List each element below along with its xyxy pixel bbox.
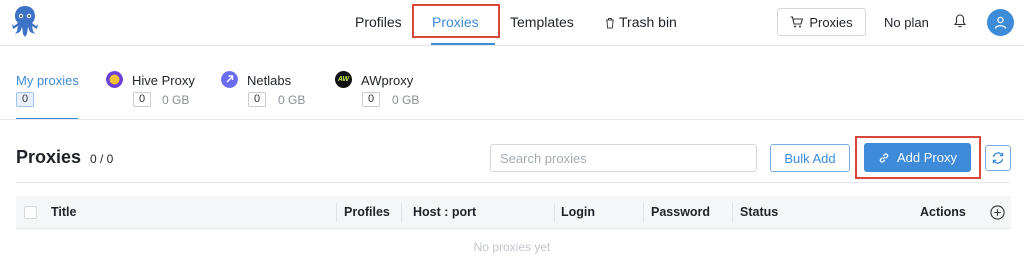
link-icon xyxy=(879,152,889,163)
awproxy-count: 0 xyxy=(362,92,380,107)
nav-templates[interactable]: Templates xyxy=(510,14,574,30)
search-proxies-input[interactable] xyxy=(490,144,757,172)
highlight-box-proxies-tab xyxy=(412,4,500,38)
netlabs-traffic: 0 GB xyxy=(278,93,306,107)
my-proxies-count: 0 xyxy=(16,92,34,107)
awproxy-traffic: 0 GB xyxy=(392,93,420,107)
buy-proxies-label: Proxies xyxy=(809,14,853,30)
add-column-icon[interactable] xyxy=(990,205,1005,220)
header-divider xyxy=(0,45,1024,46)
tab-netlabs[interactable]: Netlabs xyxy=(247,73,291,88)
col-actions: Actions xyxy=(920,205,966,219)
select-all-checkbox[interactable] xyxy=(24,206,37,219)
col-login[interactable]: Login xyxy=(561,205,595,219)
col-status[interactable]: Status xyxy=(740,205,778,219)
netlabs-icon xyxy=(221,71,238,88)
empty-state-message: No proxies yet xyxy=(473,240,551,254)
buy-proxies-button[interactable]: Proxies xyxy=(777,8,866,36)
proxies-count: 0 / 0 xyxy=(90,152,114,166)
tab-awproxy[interactable]: AWproxy xyxy=(361,73,413,88)
hive-proxy-icon xyxy=(106,71,123,88)
col-password[interactable]: Password xyxy=(651,205,710,219)
col-profiles[interactable]: Profiles xyxy=(344,205,390,219)
hive-proxy-traffic: 0 GB xyxy=(162,93,190,107)
plan-label[interactable]: No plan xyxy=(884,15,929,30)
user-avatar[interactable] xyxy=(987,9,1014,36)
tab-my-proxies[interactable]: My proxies xyxy=(16,73,79,88)
netlabs-count: 0 xyxy=(248,92,266,107)
col-title[interactable]: Title xyxy=(51,205,76,219)
col-separator xyxy=(643,203,644,222)
hive-proxy-count: 0 xyxy=(133,92,151,107)
refresh-button[interactable] xyxy=(985,145,1011,171)
add-proxy-label: Add Proxy xyxy=(897,150,957,165)
nav-trash-bin-label: Trash bin xyxy=(619,14,677,30)
refresh-icon xyxy=(992,152,1004,164)
nav-trash-bin[interactable]: Trash bin xyxy=(605,14,677,30)
tab-hive-proxy[interactable]: Hive Proxy xyxy=(132,73,195,88)
trash-icon xyxy=(606,18,614,29)
user-icon xyxy=(994,16,1007,29)
col-host-port[interactable]: Host : port xyxy=(413,205,476,219)
col-separator xyxy=(401,203,402,222)
page-title: Proxies xyxy=(16,147,82,167)
table-header-row: Title Profiles Host : port Login Passwor… xyxy=(16,196,1011,229)
col-separator xyxy=(336,203,337,222)
tabs-divider xyxy=(0,119,1024,120)
bell-icon[interactable] xyxy=(954,14,966,28)
octopus-logo-icon[interactable] xyxy=(10,4,40,38)
nav-profiles[interactable]: Profiles xyxy=(355,14,402,30)
col-separator xyxy=(554,203,555,222)
col-separator xyxy=(732,203,733,222)
bulk-add-button[interactable]: Bulk Add xyxy=(770,144,850,172)
awproxy-icon: AW xyxy=(335,71,352,88)
add-proxy-button[interactable]: Add Proxy xyxy=(864,143,971,172)
toolbar-divider xyxy=(16,182,1011,183)
cart-icon xyxy=(790,16,804,28)
